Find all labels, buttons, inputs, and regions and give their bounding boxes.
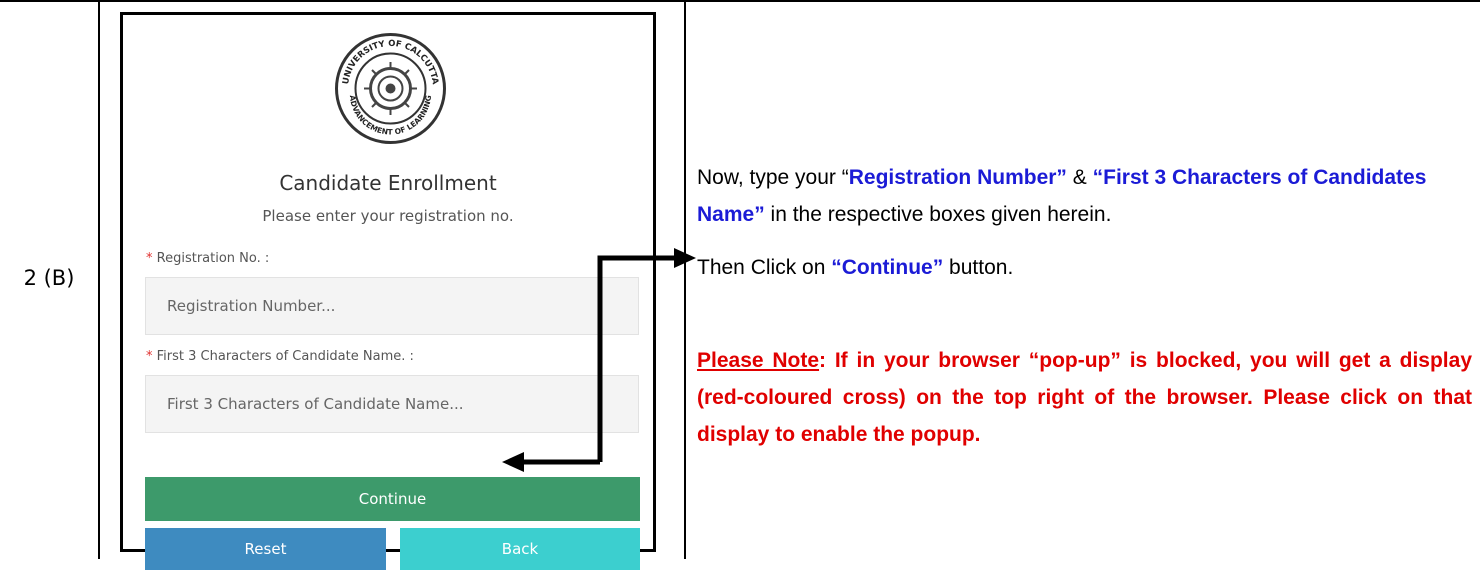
table-divider-left: [98, 0, 100, 559]
instruction-paragraph-2: Then Click on “Continue” button.: [697, 249, 1472, 286]
back-button[interactable]: Back: [400, 528, 640, 570]
registration-number-highlight: Registration Number”: [848, 166, 1067, 189]
table-divider-right: [684, 0, 686, 559]
instr1-text-c: &: [1066, 166, 1093, 189]
continue-button[interactable]: Continue: [145, 477, 640, 521]
row-label: 2 (B): [23, 266, 75, 290]
instr2-text-a: Then Click on: [697, 256, 832, 279]
instr1-open-quote: “: [841, 166, 849, 189]
form-buttons: Continue Reset Back: [123, 0, 653, 570]
reset-button[interactable]: Reset: [145, 528, 386, 570]
instr2-text-c: button.: [943, 256, 1014, 279]
instr1-text-a: Now, type your: [697, 166, 842, 189]
please-note-label: Please Note: [697, 349, 820, 372]
please-note-paragraph: Please Note: If in your browser “pop-up”…: [697, 342, 1472, 453]
instruction-paragraph-1: Now, type your “Registration Number” & “…: [697, 159, 1472, 233]
continue-highlight: “Continue”: [831, 256, 944, 279]
instr1-text-e: in the respective boxes given herein.: [764, 203, 1112, 226]
